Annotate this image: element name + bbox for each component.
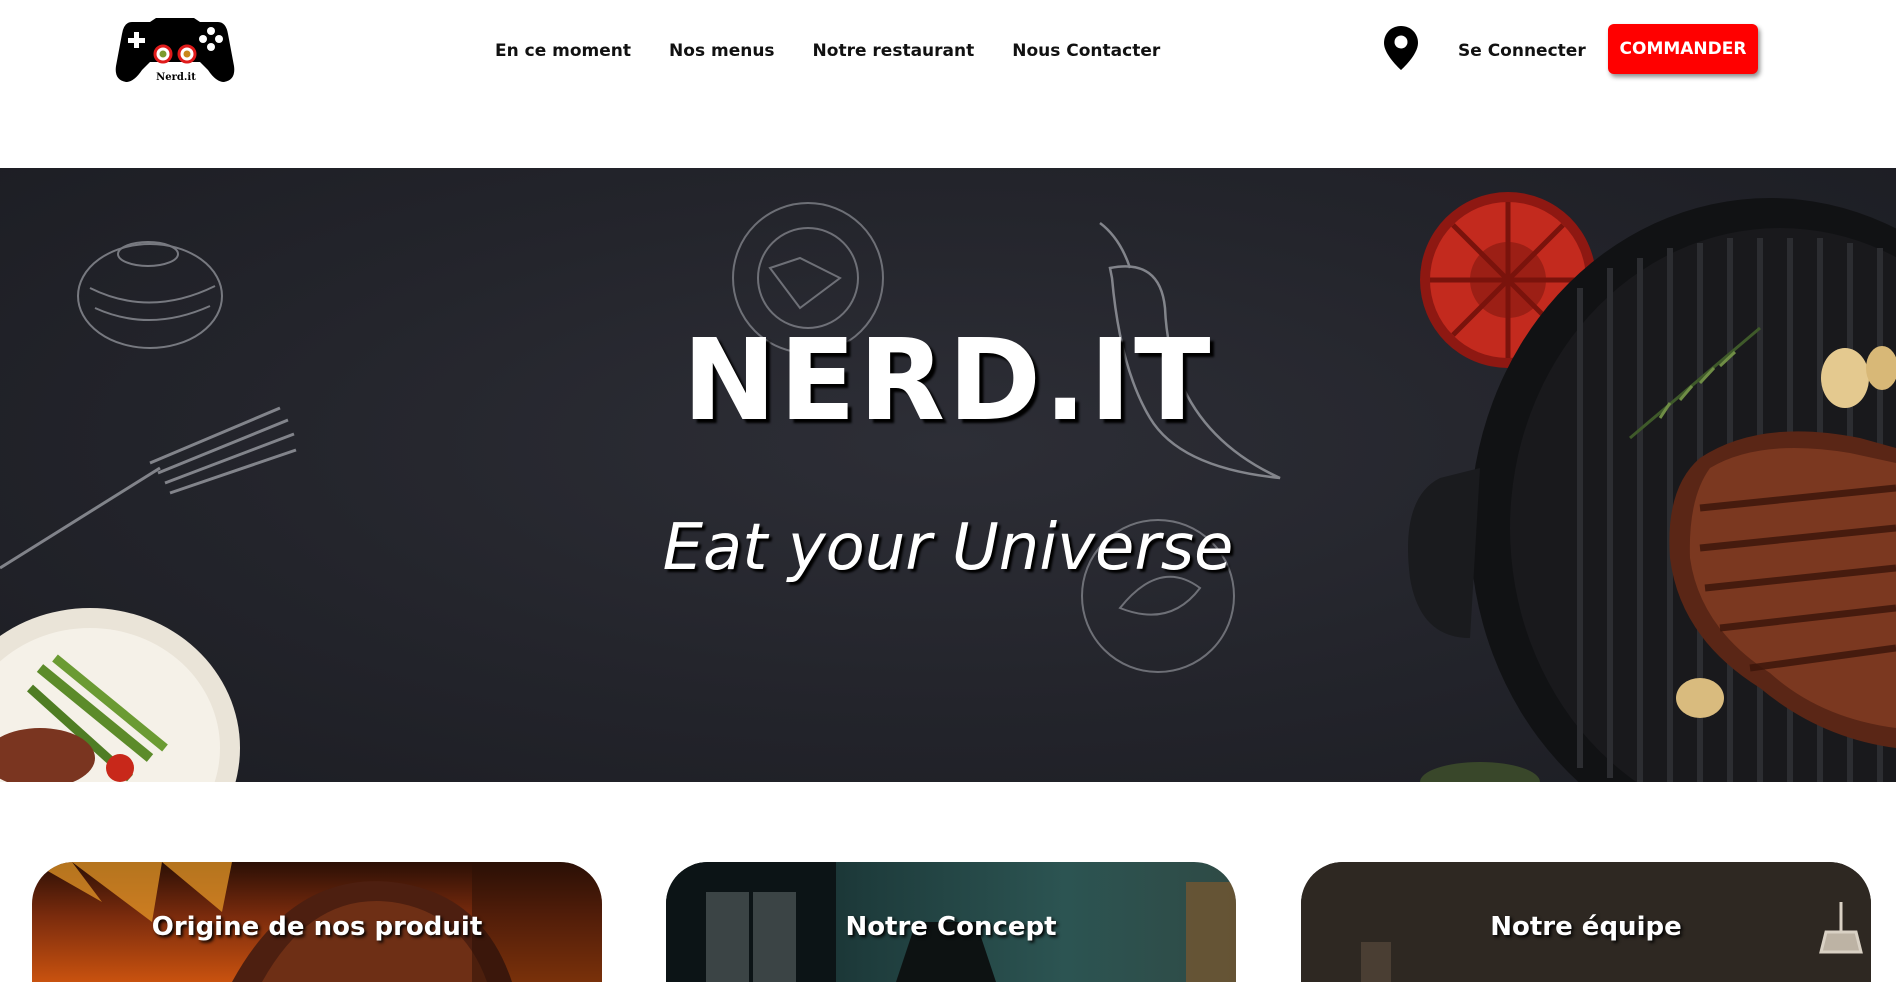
order-button[interactable]: COMMANDER	[1608, 24, 1758, 74]
card-equipe[interactable]: Notre équipe	[1301, 862, 1871, 982]
nav-nous-contacter[interactable]: Nous Contacter	[1012, 38, 1160, 64]
hero-title: NERD.IT	[682, 316, 1214, 446]
card-concept[interactable]: Notre Concept	[666, 862, 1236, 982]
card-origine[interactable]: Origine de nos produit	[32, 862, 602, 982]
map-pin-icon[interactable]	[1382, 24, 1420, 72]
nav-en-ce-moment[interactable]: En ce moment	[495, 38, 631, 64]
main-nav: En ce moment Nos menus Notre restaurant …	[495, 38, 1160, 64]
card-title: Origine de nos produit	[151, 912, 483, 942]
logo-text: Nerd.it	[156, 72, 196, 83]
nav-nos-menus[interactable]: Nos menus	[669, 38, 775, 64]
hero-food-illustration	[0, 192, 1896, 782]
card-title: Notre équipe	[1490, 912, 1682, 942]
login-link[interactable]: Se Connecter	[1458, 38, 1586, 64]
nav-notre-restaurant[interactable]: Notre restaurant	[813, 38, 975, 64]
site-header: Nerd.it En ce moment Nos menus Notre res…	[0, 0, 1896, 168]
hero-subtitle: Eat your Universe	[662, 511, 1234, 585]
card-title: Notre Concept	[845, 912, 1057, 942]
hero-banner: NERD.IT Eat your Universe	[0, 168, 1896, 782]
site-logo[interactable]: Nerd.it	[114, 14, 236, 88]
